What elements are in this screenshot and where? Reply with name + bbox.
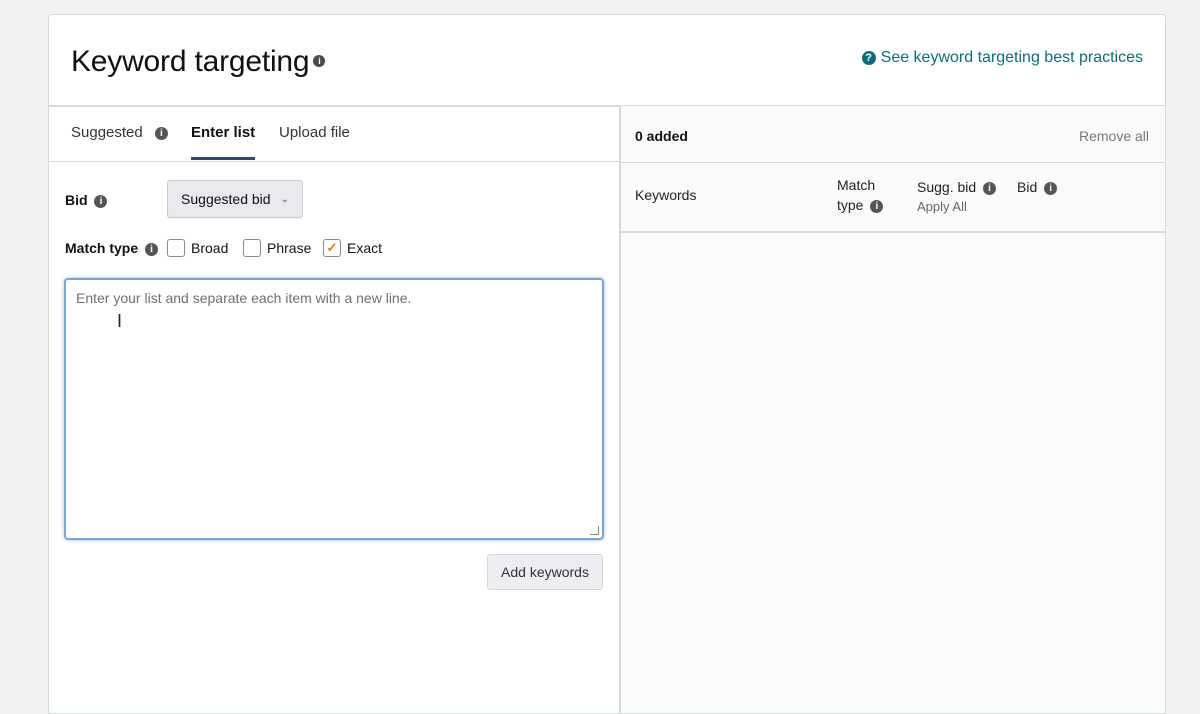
info-icon[interactable]: i: [154, 126, 168, 140]
col-keywords: Keywords: [635, 185, 696, 205]
col-sugg-bid-label: Sugg. bid: [917, 179, 977, 195]
bid-label: Bid i: [65, 192, 108, 208]
apply-all-link[interactable]: Apply All: [917, 197, 996, 217]
col-bid: Bid i: [1017, 177, 1058, 197]
checkbox-broad[interactable]: [167, 239, 185, 257]
info-icon[interactable]: i: [94, 194, 108, 208]
match-type-phrase[interactable]: Phrase: [243, 239, 311, 257]
added-summary-bar: 0 added Remove all: [621, 106, 1165, 163]
tab-suggested[interactable]: Suggested i: [71, 124, 168, 157]
bid-select[interactable]: Suggested bid ⌄: [167, 180, 303, 218]
col-sugg-bid: Sugg. bid i Apply All: [917, 177, 997, 217]
resize-grip-icon[interactable]: [590, 526, 599, 535]
page-title-text: Keyword targeting: [71, 45, 310, 78]
chevron-down-icon: ⌄: [280, 193, 289, 205]
right-panel: 0 added Remove all Keywords Match type i…: [621, 106, 1165, 713]
col-bid-label: Bid: [1017, 179, 1038, 195]
text-cursor-icon: I: [117, 311, 123, 331]
tab-upload-file[interactable]: Upload file: [279, 124, 350, 157]
best-practices-link-text: See keyword targeting best practices: [880, 49, 1143, 66]
added-table-header: Keywords Match type i Sugg. bid i Apply …: [621, 163, 1165, 233]
match-type-broad[interactable]: Broad: [167, 239, 228, 257]
match-type-exact-label: Exact: [347, 240, 383, 256]
col-keywords-label: Keywords: [635, 187, 697, 203]
match-type-phrase-label: Phrase: [267, 240, 312, 256]
match-type-exact[interactable]: ✓ Exact: [323, 239, 382, 257]
tab-enter-list[interactable]: Enter list: [191, 124, 256, 160]
check-icon: ✓: [326, 240, 338, 255]
add-keywords-button-label: Add keywords: [501, 564, 589, 580]
keyword-list-textarea-wrapper: [64, 278, 604, 540]
keyword-targeting-card: Keyword targeting i ? See keyword targeti…: [48, 14, 1166, 714]
info-icon[interactable]: i: [983, 181, 997, 195]
tab-upload-file-label: Upload file: [279, 124, 350, 141]
add-keywords-button[interactable]: Add keywords: [487, 554, 603, 590]
added-count: 0 added: [635, 128, 688, 144]
keyword-list-textarea[interactable]: [66, 280, 602, 538]
info-icon[interactable]: i: [870, 199, 884, 213]
info-icon[interactable]: i: [1044, 181, 1058, 195]
tab-bar: Suggested i Enter list Upload file: [49, 106, 619, 162]
best-practices-link[interactable]: ? See keyword targeting best practices: [861, 49, 1143, 67]
remove-all-link[interactable]: Remove all: [1079, 128, 1149, 144]
bid-label-text: Bid: [65, 192, 88, 208]
tab-suggested-label: Suggested: [71, 124, 143, 141]
info-icon[interactable]: i: [145, 242, 159, 256]
page-title: Keyword targeting i: [71, 45, 326, 79]
bid-select-value: Suggested bid: [181, 191, 271, 207]
col-match-type: Match type i: [837, 175, 897, 215]
card-header: Keyword targeting i ? See keyword targeti…: [49, 15, 1165, 107]
match-type-label-text: Match type: [65, 240, 139, 256]
match-type-broad-label: Broad: [191, 240, 229, 256]
checkbox-phrase[interactable]: [243, 239, 261, 257]
match-type-label: Match type i: [65, 240, 159, 256]
checkbox-exact[interactable]: ✓: [323, 239, 341, 257]
info-icon[interactable]: i: [313, 55, 326, 68]
help-circle-icon: ?: [861, 51, 876, 65]
added-keywords-list: [621, 233, 1165, 713]
tab-enter-list-label: Enter list: [191, 124, 256, 141]
left-panel: Suggested i Enter list Upload file Bid i…: [49, 106, 621, 713]
